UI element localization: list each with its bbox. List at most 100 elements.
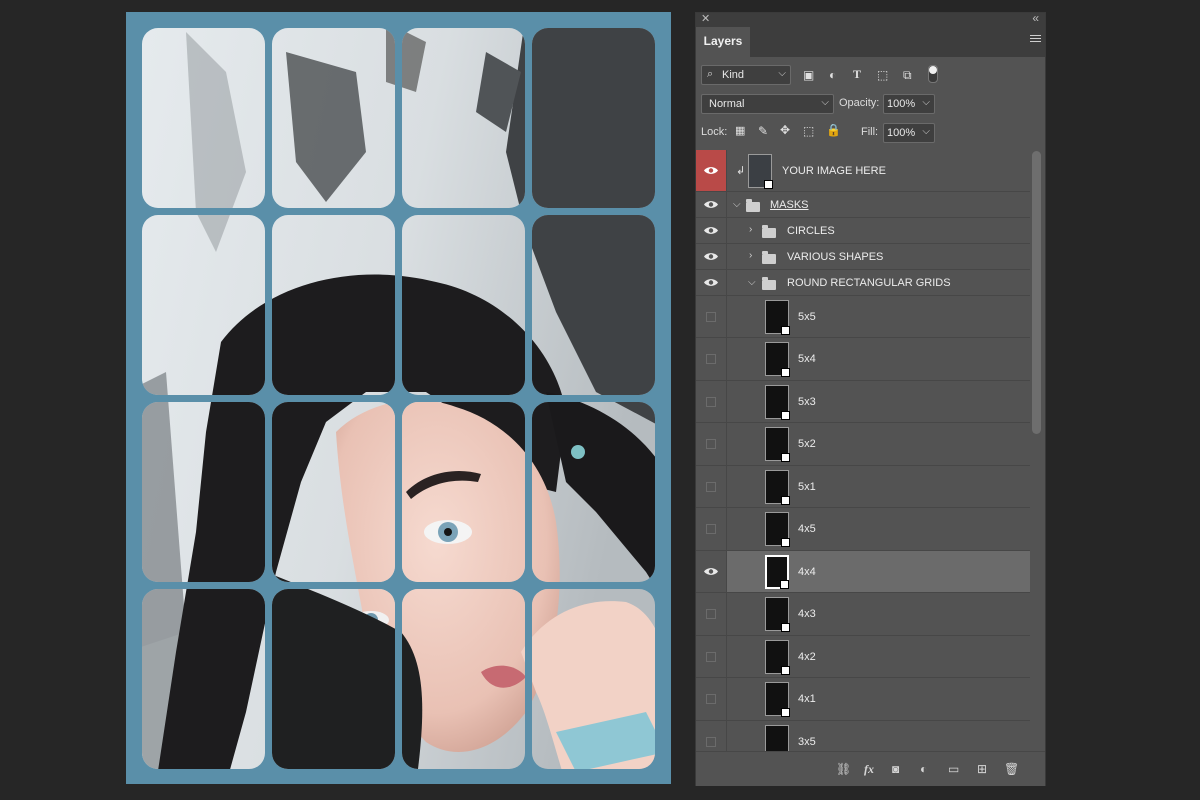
layer-name: 5x4 — [798, 353, 816, 365]
visibility-toggle[interactable] — [696, 338, 727, 380]
layers-list: ↲ YOUR IMAGE HERE ⌵ MASKS › CIRCLES › VA… — [696, 150, 1030, 751]
layer-row-4x2[interactable]: 4x2 — [696, 636, 1030, 678]
eye-icon — [704, 279, 718, 286]
lock-move-icon[interactable]: ✥ — [780, 123, 790, 137]
layer-name: YOUR IMAGE HERE — [782, 165, 886, 177]
panel-tabbar: Layers — [696, 27, 1045, 57]
layer-row-5x2[interactable]: 5x2 — [696, 423, 1030, 466]
filter-kind-select[interactable]: ⌕ Kind ⌵ — [701, 65, 791, 85]
layer-row-5x5[interactable]: 5x5 — [696, 296, 1030, 338]
layer-row-4x4[interactable]: 4x4 — [696, 551, 1030, 593]
eye-icon — [704, 167, 718, 174]
hidden-box-icon — [706, 652, 716, 662]
fill-field[interactable]: 100% ⌵ — [883, 123, 935, 143]
visibility-toggle[interactable] — [696, 636, 727, 677]
folder-icon[interactable]: ▭ — [948, 762, 959, 776]
visibility-toggle[interactable] — [696, 150, 727, 191]
layer-name: 4x4 — [798, 566, 816, 578]
layer-name: 5x1 — [798, 481, 816, 493]
layer-row-your-image-here[interactable]: ↲ YOUR IMAGE HERE — [696, 150, 1030, 192]
chevron-right-icon[interactable]: › — [749, 250, 752, 261]
layers-scrollbar[interactable] — [1032, 151, 1041, 434]
tab-layers[interactable]: Layers — [696, 27, 750, 57]
visibility-toggle[interactable] — [696, 678, 727, 720]
hidden-box-icon — [706, 397, 716, 407]
layer-name: VARIOUS SHAPES — [787, 251, 884, 263]
layer-row-circles[interactable]: › CIRCLES — [696, 218, 1030, 244]
fill-value: 100% — [887, 127, 916, 139]
eye-icon — [704, 227, 718, 234]
new-layer-icon[interactable]: ⊞ — [977, 762, 987, 776]
layer-row-5x3[interactable]: 5x3 — [696, 381, 1030, 423]
visibility-toggle[interactable] — [696, 244, 727, 269]
visibility-toggle[interactable] — [696, 381, 727, 422]
chevron-down-icon[interactable]: ⌵ — [733, 199, 741, 210]
blend-mode-select[interactable]: Normal ⌵ — [701, 94, 834, 114]
fx-icon[interactable]: fx — [864, 762, 874, 777]
chevron-down-icon[interactable]: ⌵ — [748, 277, 756, 288]
hidden-box-icon — [706, 524, 716, 534]
layer-row-masks[interactable]: ⌵ MASKS — [696, 192, 1030, 218]
layer-row-5x4[interactable]: 5x4 — [696, 338, 1030, 381]
visibility-toggle[interactable] — [696, 593, 727, 635]
layer-thumbnail — [748, 154, 773, 189]
document-canvas[interactable] — [126, 12, 671, 784]
layer-thumbnail — [765, 555, 789, 589]
image-filter-icon[interactable]: ▣ — [803, 68, 814, 82]
layers-panel: ✕ « Layers ⌕ Kind ⌵ ▣ ◐ T ⬚ ⧉ Normal ⌵ O… — [695, 11, 1046, 786]
close-icon[interactable]: ✕ — [701, 12, 710, 25]
layer-thumbnail — [765, 512, 790, 547]
layer-row-4x5[interactable]: 4x5 — [696, 508, 1030, 551]
hidden-box-icon — [706, 439, 716, 449]
layer-row-3x5[interactable]: 3x5 — [696, 721, 1030, 751]
fill-label: Fill: — [861, 126, 879, 138]
chevron-right-icon[interactable]: › — [749, 224, 752, 235]
trash-icon[interactable]: 🗑 — [1004, 762, 1019, 776]
visibility-toggle[interactable] — [696, 508, 727, 550]
shape-filter-icon[interactable]: ⬚ — [877, 68, 888, 82]
collapse-icon[interactable]: « — [1032, 11, 1039, 25]
lock-label: Lock: — [701, 126, 728, 138]
chevron-down-icon: ⌵ — [778, 68, 786, 79]
visibility-toggle[interactable] — [696, 296, 727, 337]
hidden-box-icon — [706, 737, 716, 747]
visibility-toggle[interactable] — [696, 423, 727, 465]
visibility-toggle[interactable] — [696, 270, 727, 295]
lock-transparency-icon[interactable]: ▦ — [735, 124, 745, 137]
layer-row-round-rectangular-grids[interactable]: ⌵ ROUND RECTANGULAR GRIDS — [696, 270, 1030, 296]
folder-icon — [762, 225, 776, 238]
lock-artboard-icon[interactable]: ⬚ — [803, 124, 814, 138]
opacity-field[interactable]: 100% ⌵ — [883, 94, 935, 114]
link-icon[interactable]: ⛓ — [836, 762, 851, 776]
mask-icon[interactable]: ◙ — [892, 762, 899, 776]
visibility-toggle[interactable] — [696, 551, 727, 592]
panel-footer: ⛓ fx ◙ ◐ ▭ ⊞ 🗑 — [696, 751, 1045, 786]
hidden-box-icon — [706, 609, 716, 619]
filter-toggle-icon[interactable] — [928, 65, 938, 83]
visibility-toggle[interactable] — [696, 192, 727, 217]
layer-thumbnail — [765, 470, 790, 505]
smartobject-filter-icon[interactable]: ⧉ — [903, 68, 912, 83]
layer-thumbnail — [765, 342, 790, 377]
visibility-toggle[interactable] — [696, 466, 727, 507]
lock-paint-icon[interactable]: ✎ — [758, 124, 768, 138]
adjustment-icon[interactable]: ◐ — [920, 762, 927, 776]
adjustment-filter-icon[interactable]: ◐ — [829, 68, 836, 82]
layer-thumbnail — [765, 725, 789, 751]
layer-row-4x1[interactable]: 4x1 — [696, 678, 1030, 721]
chevron-down-icon: ⌵ — [922, 97, 930, 108]
opacity-value: 100% — [887, 98, 916, 110]
panel-menu-icon[interactable] — [1030, 35, 1041, 44]
masked-photo — [142, 28, 655, 769]
visibility-toggle[interactable] — [696, 721, 727, 751]
layer-row-various-shapes[interactable]: › VARIOUS SHAPES — [696, 244, 1030, 270]
layer-thumbnail — [765, 597, 790, 632]
lock-all-icon[interactable]: 🔒 — [826, 123, 841, 137]
visibility-toggle[interactable] — [696, 218, 727, 243]
type-filter-icon[interactable]: T — [853, 67, 861, 82]
layer-row-5x1[interactable]: 5x1 — [696, 466, 1030, 508]
layer-row-4x3[interactable]: 4x3 — [696, 593, 1030, 636]
layer-thumbnail — [765, 427, 790, 462]
blend-mode-value: Normal — [709, 98, 745, 110]
layer-name: 4x5 — [798, 523, 816, 535]
